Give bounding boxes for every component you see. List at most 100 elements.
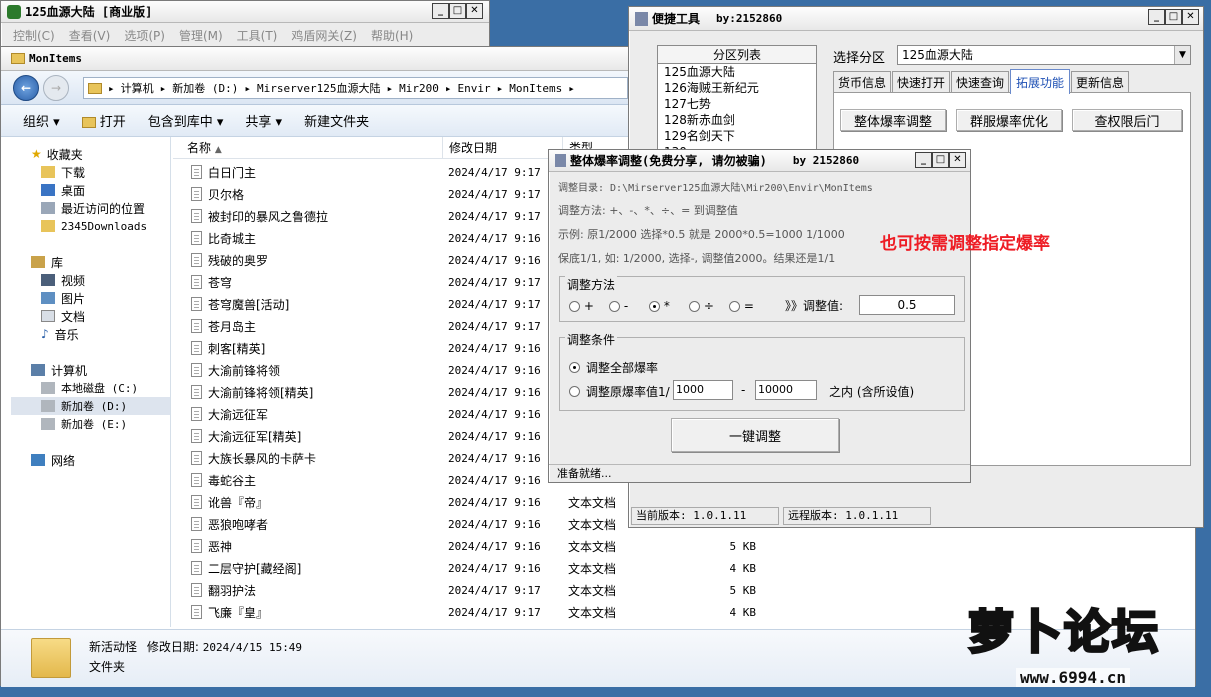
text-file-icon (191, 407, 202, 421)
tab-currency[interactable]: 货币信息 (833, 71, 891, 93)
nav-favorites[interactable]: ★ 收藏夹 (31, 145, 171, 163)
tab-extensions[interactable]: 拓展功能 (1010, 69, 1070, 94)
apply-button[interactable]: 一键调整 (671, 418, 839, 452)
minimize-button[interactable]: _ (915, 152, 932, 168)
menu-item[interactable]: 管理(M) (179, 27, 223, 44)
maximize-button[interactable]: □ (932, 152, 949, 168)
text-file-icon (191, 429, 202, 443)
status-text: 准备就绪... (557, 467, 612, 480)
file-name: 讹兽『帝』 (208, 495, 269, 510)
partition-item[interactable]: 128新赤血剑 (658, 112, 816, 128)
partition-item[interactable]: 127七势 (658, 96, 816, 112)
nav-item-recent[interactable]: 最近访问的位置 (41, 199, 171, 217)
check-backdoor-button[interactable]: 查权限后门 (1072, 109, 1182, 131)
back-button[interactable]: ← (13, 75, 39, 101)
radio-divide[interactable]: ÷ (689, 299, 729, 313)
method-radio-row: + - * ÷ = 》》调整值: (569, 297, 843, 314)
overall-drop-rate-button[interactable]: 整体爆率调整 (840, 109, 946, 131)
nav-item-music[interactable]: ♪ 音乐 (41, 325, 171, 343)
file-row[interactable]: 二层守护[藏经阁] 2024/4/17 9:16 文本文档 4 KB (173, 557, 1193, 579)
close-button[interactable]: ✕ (466, 3, 483, 19)
open-button[interactable]: 打开 (81, 111, 126, 130)
folder-icon (11, 53, 25, 64)
nav-divider (170, 137, 171, 627)
nav-item-drive-e[interactable]: 新加卷 (E:) (41, 415, 171, 433)
new-folder-button[interactable]: 新建文件夹 (304, 111, 369, 130)
nav-item-downloads[interactable]: 下载 (41, 163, 171, 181)
tab-strip: 货币信息 快速打开 快速查询 拓展功能 更新信息 (833, 69, 1193, 94)
condition-group-label: 调整条件 (565, 331, 618, 348)
file-type: 文本文档 (568, 561, 617, 576)
file-name: 恶狼咆哮者 (208, 517, 269, 532)
dialog-example: 示例: 原1/2000 选择*0.5 就是 2000*0.5=1000 1/10… (558, 228, 845, 241)
close-button[interactable]: ✕ (1182, 9, 1199, 25)
folder-icon (88, 82, 102, 94)
partition-item[interactable]: 129名剑天下 (658, 128, 816, 144)
breadcrumb-item[interactable]: MonItems (509, 82, 562, 95)
nav-item-videos[interactable]: 视频 (41, 271, 171, 289)
menu-item[interactable]: 鸡盾网关(Z) (291, 27, 357, 44)
column-header-name[interactable]: 名称 ▲ (173, 137, 443, 159)
range-from-input[interactable]: 1000 (673, 380, 733, 400)
maximize-button[interactable]: □ (449, 3, 466, 19)
radio-equals[interactable]: = (729, 299, 785, 313)
menu-item[interactable]: 工具(T) (237, 27, 278, 44)
nav-item-drive-c[interactable]: 本地磁盘 (C:) (41, 379, 171, 397)
breadcrumb-item[interactable]: 新加卷 (D:) (172, 80, 238, 96)
file-name: 被封印的暴风之鲁德拉 (208, 209, 329, 224)
sort-up-icon: ▲ (214, 145, 222, 155)
radio-plus[interactable]: + (569, 299, 609, 313)
range-to-input[interactable]: 10000 (755, 380, 817, 400)
tab-quick-query[interactable]: 快速查询 (951, 71, 1009, 93)
nav-network[interactable]: 网络 (31, 451, 171, 469)
partition-item[interactable]: 125血源大陆 (658, 64, 816, 80)
partition-list-header: 分区列表 (658, 46, 816, 64)
download-folder-icon (41, 166, 55, 178)
remote-version: 远程版本: 1.0.1.11 (783, 507, 931, 525)
maximize-button[interactable]: □ (1165, 9, 1182, 25)
nav-item-2345downloads[interactable]: 2345Downloads (41, 217, 171, 235)
nav-item-documents[interactable]: 文档 (41, 307, 171, 325)
column-header-date[interactable]: 修改日期 (443, 137, 563, 159)
dialog-method-desc: 调整方法: +、-、*、÷、= 到调整值 (558, 204, 738, 217)
breadcrumb-item[interactable]: Mirserver125血源大陆 (257, 80, 380, 96)
forward-button[interactable]: → (43, 75, 69, 101)
radio-minus[interactable]: - (609, 299, 649, 313)
include-in-library-button[interactable]: 包含到库中 ▾ (148, 111, 224, 130)
menu-item[interactable]: 帮助(H) (371, 27, 413, 44)
menu-item[interactable]: 控制(C) (13, 27, 55, 44)
drive-icon (41, 382, 55, 394)
game-window-title: 125血源大陆 [商业版] (25, 5, 153, 19)
menu-item[interactable]: 选项(P) (124, 27, 165, 44)
share-button[interactable]: 共享 ▾ (245, 111, 282, 130)
breadcrumb-sep: ▸ (244, 81, 251, 95)
radio-multiply[interactable]: * (649, 299, 689, 313)
group-drop-rate-button[interactable]: 群服爆率优化 (956, 109, 1062, 131)
tab-quick-open[interactable]: 快速打开 (892, 71, 950, 93)
close-button[interactable]: ✕ (949, 152, 966, 168)
address-bar[interactable]: ▸ 计算机 ▸ 新加卷 (D:) ▸ Mirserver125血源大陆 ▸ Mi… (83, 77, 628, 99)
tab-updates[interactable]: 更新信息 (1071, 71, 1129, 93)
menu-item[interactable]: 查看(V) (69, 27, 111, 44)
breadcrumb-sep: ▸ (108, 81, 115, 95)
drive-icon (41, 400, 55, 412)
minimize-button[interactable]: _ (432, 3, 449, 19)
nav-item-desktop[interactable]: 桌面 (41, 181, 171, 199)
text-file-icon (191, 517, 202, 531)
organize-button[interactable]: 组织 ▾ (23, 111, 60, 130)
file-row[interactable]: 恶神 2024/4/17 9:16 文本文档 5 KB (173, 535, 1193, 557)
partition-select[interactable]: 125血源大陆 ▼ (897, 45, 1191, 65)
radio-adjust-all[interactable]: 调整全部爆率 (569, 359, 658, 376)
breadcrumb-item[interactable]: Mir200 (399, 82, 439, 95)
breadcrumb-item[interactable]: Envir (457, 82, 490, 95)
nav-item-pictures[interactable]: 图片 (41, 289, 171, 307)
minimize-button[interactable]: _ (1148, 9, 1165, 25)
nav-library[interactable]: 库 (31, 253, 171, 271)
radio-adjust-range[interactable]: 调整原爆率值1/ (569, 383, 670, 400)
nav-item-drive-d[interactable]: 新加卷 (D:) (11, 397, 171, 415)
select-partition-label: 选择分区 (833, 51, 886, 66)
nav-computer[interactable]: 计算机 (31, 361, 171, 379)
partition-item[interactable]: 126海贼王新纪元 (658, 80, 816, 96)
value-input[interactable]: 0.5 (859, 295, 955, 315)
breadcrumb-item[interactable]: 计算机 (121, 80, 154, 96)
